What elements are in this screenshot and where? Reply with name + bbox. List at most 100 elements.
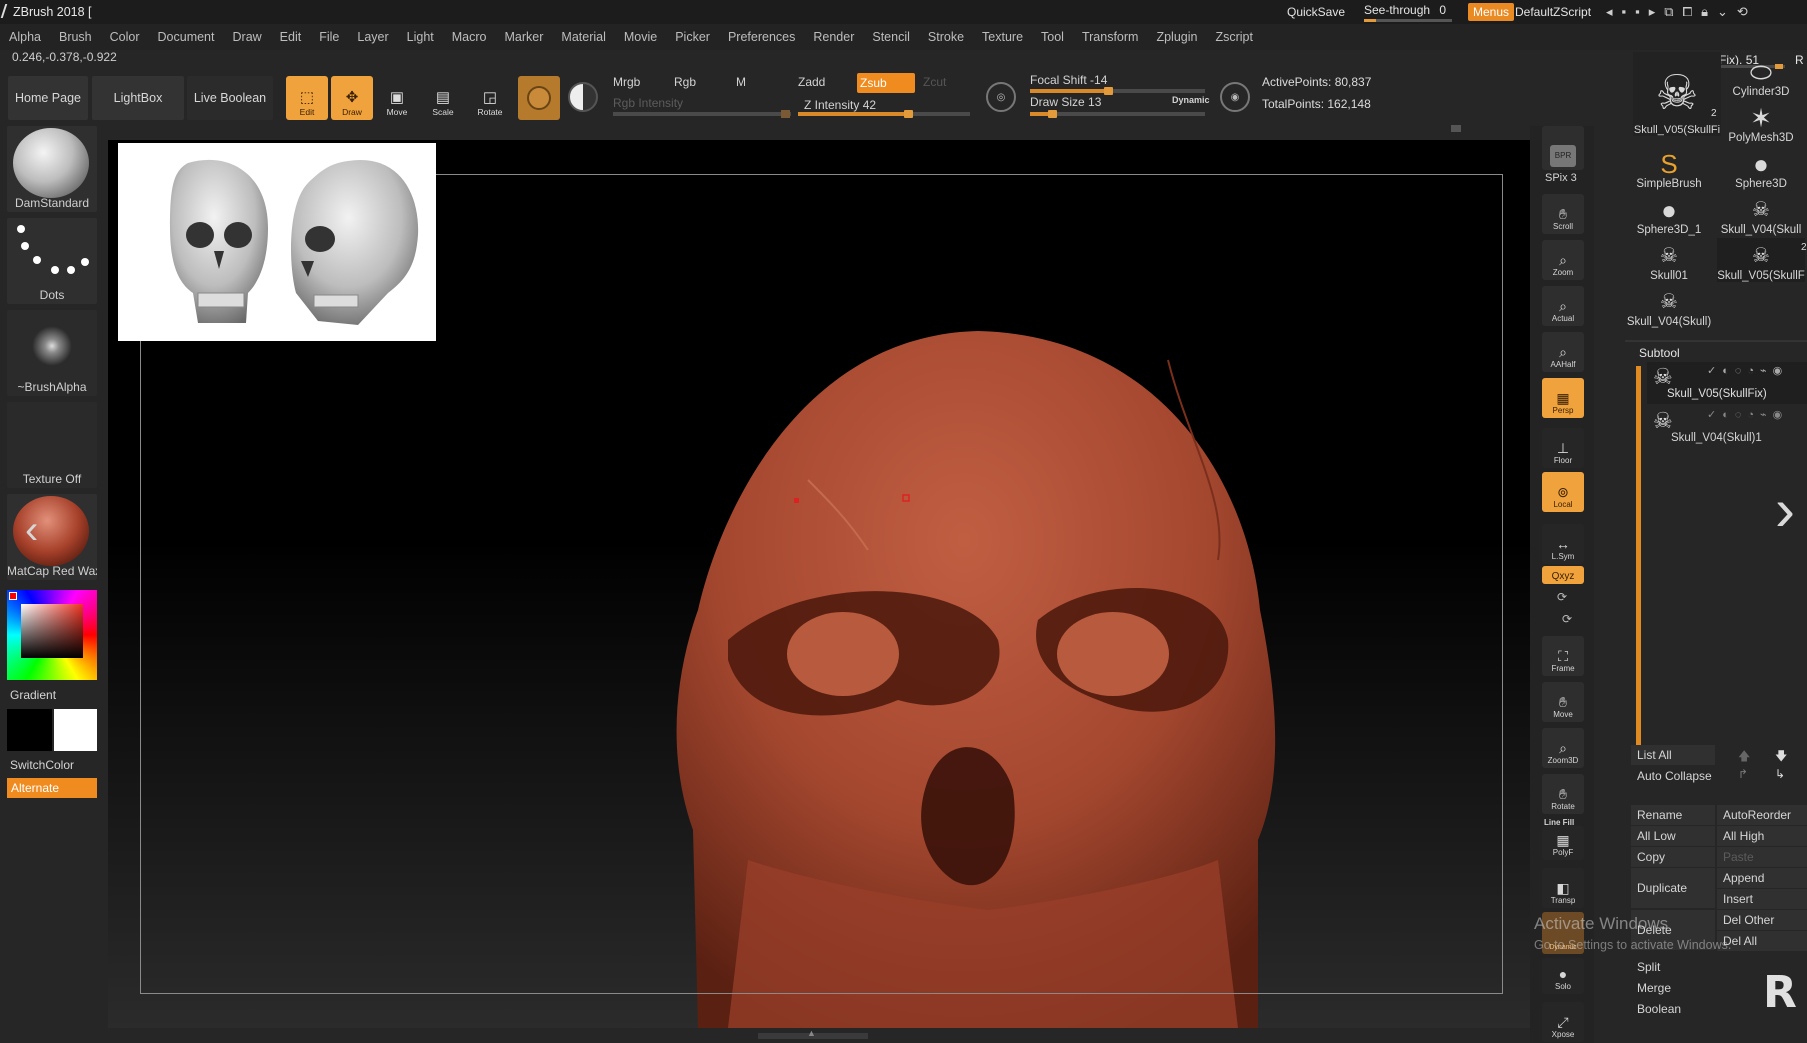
scale-mode-button[interactable]: ▤ Scale [422, 76, 464, 120]
zoom3d-button[interactable]: ⌕ Zoom3D [1542, 728, 1584, 768]
floor-button[interactable]: ⊥ Floor [1542, 428, 1584, 468]
reference-image[interactable] [118, 143, 436, 341]
color-square[interactable] [21, 604, 83, 658]
menu-document[interactable]: Document [149, 24, 224, 50]
rotate-z-icon[interactable]: ⟳ [1562, 612, 1572, 626]
subtool-visibility-icon[interactable]: ✓◐◌◔⌁◉ [1707, 408, 1788, 421]
insert-button[interactable]: Insert [1717, 889, 1807, 909]
alternate-button[interactable]: Alternate [7, 778, 97, 798]
canvas-scroll-handle[interactable]: ▲ [758, 1028, 868, 1039]
rgb-intensity-slider[interactable] [613, 110, 791, 118]
draw-size-slider[interactable] [1030, 110, 1205, 118]
menu-draw[interactable]: Draw [224, 24, 271, 50]
zoom-button[interactable]: ⌕ Zoom [1542, 240, 1584, 280]
xyz-button[interactable]: Qxyz [1542, 566, 1584, 584]
focal-shift-slider[interactable] [1030, 87, 1205, 95]
move-up-icon[interactable]: 🡅 [1738, 747, 1750, 768]
solo-toggle[interactable]: ● Solo [1542, 958, 1584, 994]
windows-icon[interactable]: ⧉ [1664, 4, 1682, 19]
local-button[interactable]: ⊚ Local [1542, 472, 1584, 512]
material-sphere-button[interactable] [568, 82, 598, 112]
tool-thumb-simplebrush[interactable]: S SimpleBrush [1625, 146, 1713, 190]
window-copy-icon[interactable]: ⧠ [1683, 4, 1702, 19]
menu-edit[interactable]: Edit [271, 24, 311, 50]
menu-alpha[interactable]: Alpha [0, 24, 50, 50]
default-zscript-button[interactable]: DefaultZScript [1515, 5, 1591, 19]
menu-marker[interactable]: Marker [496, 24, 553, 50]
aahalf-button[interactable]: ⌕ AAHalf [1542, 332, 1584, 372]
live-boolean-button[interactable]: Live Boolean [187, 76, 273, 120]
chevron-right-icon[interactable]: › [1775, 480, 1795, 540]
bpr-button[interactable]: BPR [1542, 126, 1584, 170]
texture-picker[interactable]: Texture Off [7, 402, 97, 488]
persp-button[interactable]: ▦ Persp [1542, 378, 1584, 418]
zadd-button[interactable]: Zadd [798, 75, 825, 89]
menu-brush[interactable]: Brush [50, 24, 101, 50]
see-through-slider[interactable]: See-through 0 [1364, 3, 1452, 22]
menu-texture[interactable]: Texture [973, 24, 1032, 50]
main-color-swatch[interactable] [7, 709, 52, 751]
all-low-button[interactable]: All Low [1631, 826, 1715, 846]
menu-zplugin[interactable]: Zplugin [1147, 24, 1206, 50]
rotate-y-icon[interactable]: ⟳ [1557, 590, 1567, 604]
subtool-visibility-icon[interactable]: ✓◐◌◔⌁◉ [1707, 364, 1788, 377]
restore-icon[interactable]: ⟲ [1737, 4, 1757, 19]
subtool-title[interactable]: Subtool [1639, 346, 1680, 360]
menu-tool[interactable]: Tool [1032, 24, 1073, 50]
menu-material[interactable]: Material [552, 24, 614, 50]
rotate-view-button[interactable]: ✋︎ Rotate [1542, 774, 1584, 814]
tool-thumb-skull-v04-b[interactable]: ☠︎ Skull_V04(Skull) [1625, 284, 1713, 328]
tool-thumb-sphere3d-1[interactable]: ● Sphere3D_1 [1625, 192, 1713, 236]
chevron-left-icon[interactable]: ‹ [25, 510, 38, 550]
menu-color[interactable]: Color [101, 24, 149, 50]
menu-stencil[interactable]: Stencil [863, 24, 919, 50]
rename-button[interactable]: Rename [1631, 805, 1715, 825]
secondary-color-swatch[interactable] [54, 709, 97, 751]
autoreorder-button[interactable]: AutoReorder [1717, 805, 1807, 825]
menu-preferences[interactable]: Preferences [719, 24, 804, 50]
brush-picker[interactable]: DamStandard [7, 126, 97, 212]
split-button[interactable]: Split [1631, 957, 1731, 977]
menu-stroke[interactable]: Stroke [919, 24, 973, 50]
layout-left-icon[interactable]: ◂▪ [1606, 4, 1635, 19]
menu-zscript[interactable]: Zscript [1206, 24, 1262, 50]
tool-thumb-skull-v05-b[interactable]: ☠︎ Skull_V05(SkullF [1717, 238, 1805, 282]
z-intensity-slider[interactable] [798, 110, 970, 118]
switch-color-button[interactable]: SwitchColor [10, 758, 74, 772]
gyro-toggle-button[interactable] [518, 76, 560, 120]
lightbox-button[interactable]: LightBox [92, 76, 184, 120]
minimize-icon[interactable]: ⌄ [1717, 4, 1737, 19]
arrow-down-right-icon[interactable]: ↳ [1775, 767, 1785, 781]
tool-thumb-sphere3d[interactable]: ● Sphere3D [1717, 146, 1805, 190]
menu-movie[interactable]: Movie [615, 24, 666, 50]
duplicate-button[interactable]: Duplicate [1631, 868, 1715, 908]
polyf-button[interactable]: ▦ PolyF [1542, 826, 1584, 860]
zsub-button[interactable]: Zsub [857, 73, 915, 93]
menu-render[interactable]: Render [804, 24, 863, 50]
quicksave-button[interactable]: QuickSave [1287, 5, 1345, 19]
m-button[interactable]: M [736, 75, 746, 89]
subtool-row-2[interactable]: ☠︎ ✓◐◌◔⌁◉ Skull_V04(Skull)1 [1647, 406, 1807, 448]
move-mode-button[interactable]: ▣ Move [376, 76, 418, 120]
menu-picker[interactable]: Picker [666, 24, 719, 50]
menus-toggle[interactable]: Menus [1468, 3, 1515, 21]
xpose-button[interactable]: ⤢ Xpose [1542, 1002, 1584, 1042]
tool-thumb-cylinder3d[interactable]: ⬭ Cylinder3D [1717, 54, 1805, 98]
paste-button[interactable]: Paste [1717, 847, 1807, 867]
tool-thumb-skull01[interactable]: ☠︎ Skull01 [1625, 238, 1713, 282]
transp-button[interactable]: ◧ Transp [1542, 868, 1584, 908]
lock-icon[interactable]: 🔒︎ [1701, 4, 1717, 19]
alpha-picker[interactable]: ~BrushAlpha [7, 310, 97, 396]
menu-transform[interactable]: Transform [1073, 24, 1148, 50]
lsym-button[interactable]: ↔ L.Sym [1542, 524, 1584, 564]
merge-button[interactable]: Merge [1631, 978, 1731, 998]
spix-control[interactable]: SPix 3 [1545, 172, 1577, 184]
shelf-scroll-handle[interactable] [1451, 125, 1461, 132]
gradient-label[interactable]: Gradient [10, 688, 56, 702]
edit-mode-button[interactable]: ⬚ Edit [286, 76, 328, 120]
tool-thumb-polymesh3d[interactable]: ✶ PolyMesh3D [1717, 100, 1805, 144]
home-page-button[interactable]: Home Page [8, 76, 88, 120]
subtool-row-1[interactable]: ☠︎ ✓◐◌◔⌁◉ Skull_V05(SkullFix) [1647, 362, 1807, 404]
mrgb-button[interactable]: Mrgb [613, 75, 640, 89]
all-high-button[interactable]: All High [1717, 826, 1807, 846]
